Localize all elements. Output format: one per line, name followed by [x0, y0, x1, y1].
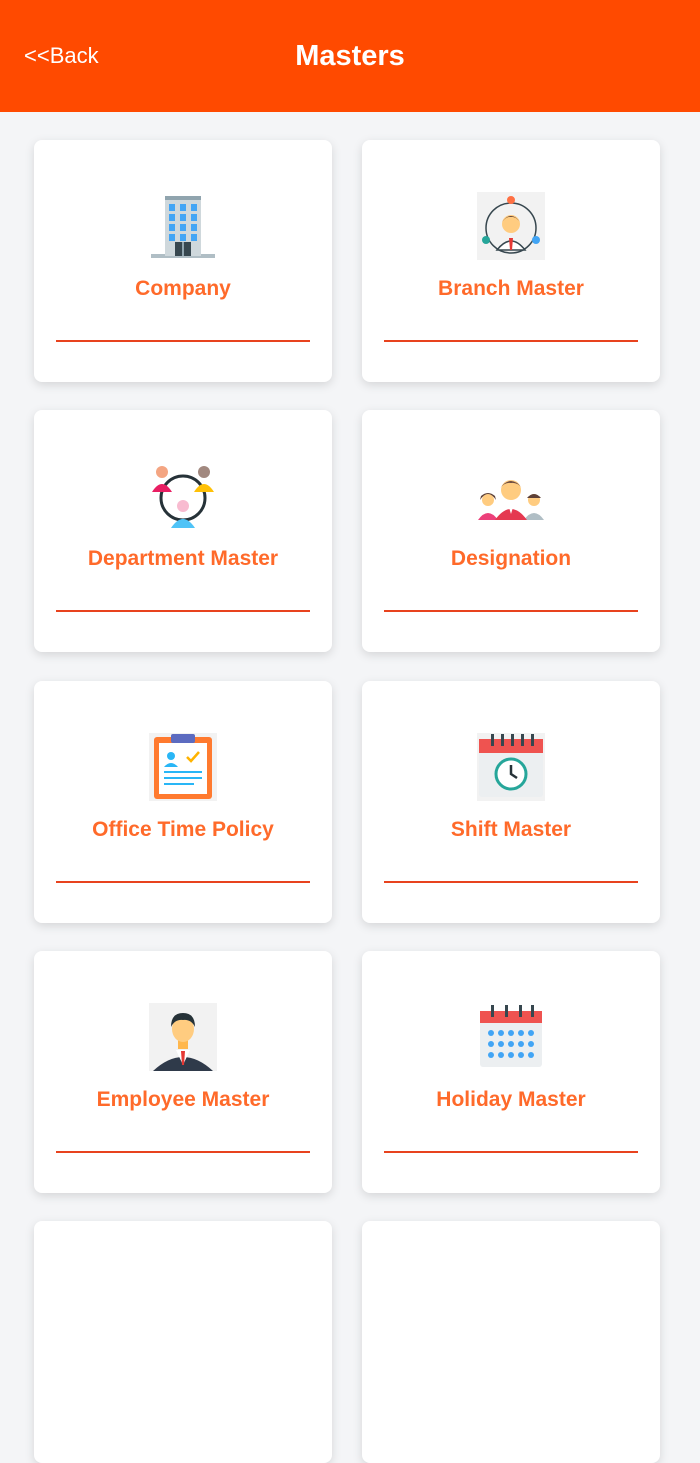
tile-label: Branch Master [438, 277, 584, 300]
calendar-icon [477, 1003, 545, 1071]
tile-label: Office Time Policy [92, 818, 274, 841]
tile-divider [56, 881, 310, 883]
tile-label: Department Master [87, 547, 279, 570]
network-person-icon [477, 192, 545, 260]
page-title: Masters [295, 40, 405, 72]
tile-divider [56, 610, 310, 612]
shift-master-tile[interactable]: Shift Master [362, 681, 660, 923]
company-tile[interactable]: Company [34, 140, 332, 382]
tile-divider [384, 610, 638, 612]
people-group-icon [477, 462, 545, 530]
tile-label: Shift Master [450, 818, 572, 841]
tile-divider [384, 340, 638, 342]
branch-master-tile[interactable]: Branch Master [362, 140, 660, 382]
app-header: <<Back Masters [0, 0, 700, 112]
businessman-icon [149, 1003, 217, 1071]
tile-label: Employee Master [96, 1088, 270, 1111]
holiday-master-tile[interactable]: Holiday Master [362, 951, 660, 1193]
team-circle-icon [149, 462, 217, 530]
department-master-tile[interactable]: Department Master [34, 410, 332, 652]
tile-divider [56, 1151, 310, 1153]
tile-divider [56, 340, 310, 342]
tile-label: Designation [450, 547, 572, 570]
designation-tile[interactable]: Designation [362, 410, 660, 652]
tile-label: Company [135, 277, 231, 300]
tile-divider [384, 881, 638, 883]
office-building-icon [149, 192, 217, 260]
office-time-policy-tile[interactable]: Office Time Policy [34, 681, 332, 923]
partial-tile[interactable] [34, 1221, 332, 1463]
tile-divider [384, 1151, 638, 1153]
employee-master-tile[interactable]: Employee Master [34, 951, 332, 1193]
clipboard-icon [149, 733, 217, 801]
tile-label: Holiday Master [436, 1088, 586, 1111]
partial-tile[interactable] [362, 1221, 660, 1463]
calendar-clock-icon [477, 733, 545, 801]
